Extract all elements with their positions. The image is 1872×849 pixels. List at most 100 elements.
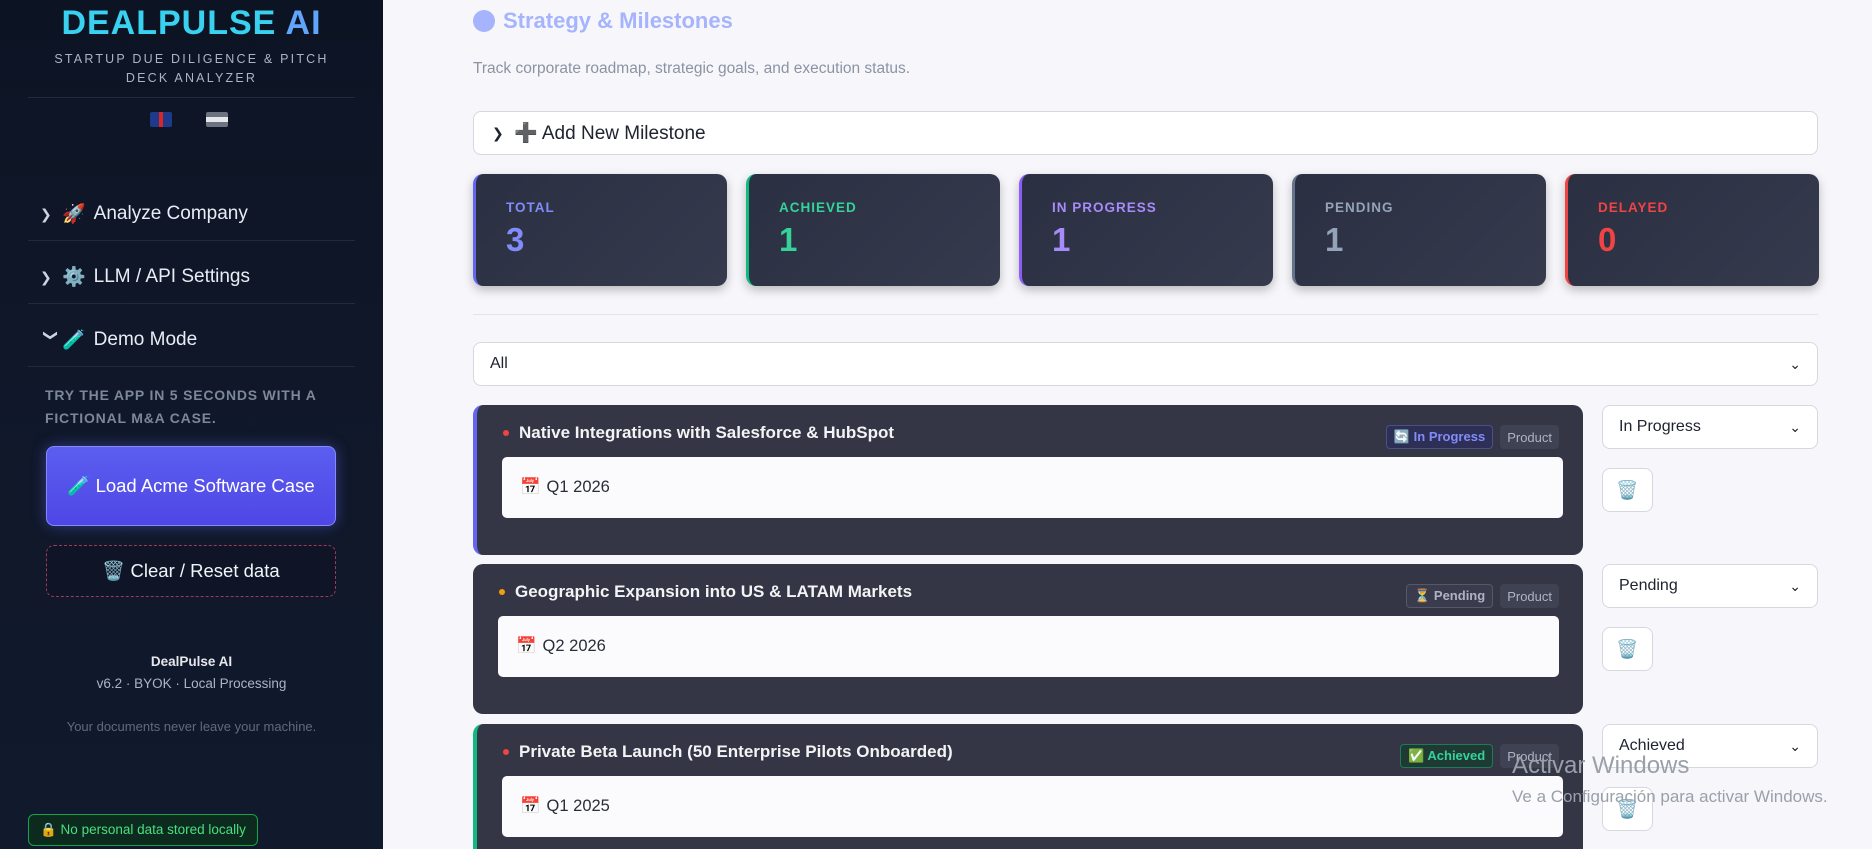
page-title: Strategy & Milestones (473, 8, 733, 34)
flag-es-icon[interactable] (206, 112, 228, 127)
stat-value: 1 (779, 221, 798, 258)
milestone-date: 📅 Q1 2026 (502, 457, 1563, 518)
sidebar-section-label: LLM / API Settings (93, 266, 250, 287)
status-badge: ⏳ Pending (1406, 584, 1494, 608)
brand-ai: AI (285, 4, 322, 42)
stat-card-achieved: ACHIEVED 1 (746, 174, 1000, 286)
chevron-down-icon: ⌄ (1789, 355, 1801, 372)
stat-label: ACHIEVED (779, 200, 857, 215)
sidebar-divider (28, 240, 355, 241)
chevron-down-icon: ⌄ (1789, 737, 1801, 754)
load-demo-case-button[interactable]: 🧪 Load Acme Software Case (46, 446, 336, 526)
sidebar-section-llm-settings[interactable]: ❯ ⚙️ LLM / API Settings (40, 257, 350, 297)
milestone-status-select[interactable]: Pending ⌄ (1602, 564, 1818, 608)
milestone-title-text: Native Integrations with Salesforce & Hu… (519, 423, 895, 442)
category-badge: Product (1500, 584, 1559, 608)
trash-icon: 🗑️ (1616, 638, 1639, 659)
add-milestone-expander[interactable]: ❯ ➕ Add New Milestone (473, 111, 1818, 155)
stat-card-total: TOTAL 3 (473, 174, 727, 286)
stat-value: 1 (1052, 221, 1071, 258)
calendar-icon: 📅 (520, 797, 541, 815)
stat-value: 3 (506, 221, 525, 258)
milestone-title: Private Beta Launch (50 Enterprise Pilot… (503, 742, 953, 762)
sidebar-divider (28, 97, 355, 98)
milestone-date: 📅 Q1 2025 (502, 776, 1563, 837)
milestone-status-value: In Progress (1619, 418, 1701, 435)
calendar-icon: 📅 (520, 478, 541, 496)
sidebar-section-label: Demo Mode (93, 329, 198, 350)
stat-card-in-progress: IN PROGRESS 1 (1019, 174, 1273, 286)
stat-value: 0 (1598, 221, 1617, 258)
status-badge: 🔄 In Progress (1385, 425, 1494, 449)
language-switcher (150, 112, 228, 127)
footer-app-name: DealPulse AI (150, 654, 233, 669)
page-subtitle: Track corporate roadmap, strategic goals… (473, 60, 911, 77)
status-filter-select[interactable]: All ⌄ (473, 342, 1818, 386)
section-divider (473, 314, 1818, 315)
milestone-title-text: Geographic Expansion into US & LATAM Mar… (515, 582, 913, 601)
milestone-status-value: Pending (1619, 577, 1678, 594)
stat-label: PENDING (1325, 200, 1394, 215)
milestone-badges: ⏳ Pending Product (1406, 584, 1559, 608)
milestone-date-text: Q1 2026 (546, 478, 610, 496)
chevron-down-icon: ⌄ (1789, 418, 1801, 435)
chevron-right-icon: ❯ (40, 205, 52, 222)
sidebar-divider (28, 366, 355, 367)
status-filter-value: All (490, 355, 508, 372)
sidebar-divider (28, 303, 355, 304)
main-content: Strategy & Milestones Track corporate ro… (383, 0, 1872, 849)
chevron-right-icon: ❯ (40, 268, 52, 285)
os-activation-watermark: Activar Windows (1512, 752, 1690, 779)
milestone-date-text: Q2 2026 (542, 637, 606, 655)
milestone-badges: 🔄 In Progress Product (1385, 425, 1559, 449)
os-activation-watermark-subtext: Ve a Configuración para activar Windows. (1512, 787, 1828, 806)
milestone-title: Geographic Expansion into US & LATAM Mar… (499, 582, 912, 602)
sidebar: DEALPULSE AI STARTUP DUE DILIGENCE & PIT… (0, 0, 383, 849)
milestone-card: Native Integrations with Salesforce & Hu… (473, 405, 1583, 555)
milestone-date-text: Q1 2025 (546, 797, 610, 815)
demo-description: TRY THE APP IN 5 SECONDS WITH A FICTIONA… (45, 387, 317, 426)
priority-dot-icon (499, 589, 505, 595)
gear-icon: ⚙️ (62, 267, 86, 288)
privacy-badge: 🔒 No personal data stored locally (28, 814, 258, 846)
milestone-title: Native Integrations with Salesforce & Hu… (503, 423, 894, 443)
stat-value: 1 (1325, 221, 1344, 258)
trash-icon: 🗑️ (1616, 479, 1639, 500)
brand-name: DEALPULSE (61, 4, 277, 42)
status-badge: ✅ Achieved (1400, 744, 1494, 768)
strategy-icon (473, 10, 495, 32)
stat-card-delayed: DELAYED 0 (1565, 174, 1819, 286)
priority-dot-icon (503, 749, 509, 755)
clear-reset-button[interactable]: 🗑️ Clear / Reset data (46, 545, 336, 597)
sidebar-section-label: Analyze Company (93, 203, 248, 224)
chevron-right-icon: ❯ (492, 124, 504, 141)
calendar-icon: 📅 (516, 637, 537, 655)
chevron-down-icon: ⌄ (1789, 577, 1801, 594)
sidebar-section-demo-mode[interactable]: ❯ 🧪 Demo Mode (40, 320, 350, 360)
milestone-status-select[interactable]: In Progress ⌄ (1602, 405, 1818, 449)
flag-uk-icon[interactable] (150, 112, 172, 127)
brand-logo: DEALPULSE AI (0, 4, 383, 43)
add-milestone-label: ➕ Add New Milestone (514, 123, 706, 144)
chevron-down-icon: ❯ (43, 329, 60, 341)
stat-card-pending: PENDING 1 (1292, 174, 1546, 286)
rocket-icon: 🚀 (62, 204, 86, 225)
stat-label: TOTAL (506, 200, 555, 215)
priority-dot-icon (503, 430, 509, 436)
stats-row: TOTAL 3 ACHIEVED 1 IN PROGRESS 1 PENDING… (473, 174, 1819, 286)
page-title-text: Strategy & Milestones (503, 8, 733, 33)
footer-privacy-note: Your documents never leave your machine. (66, 719, 317, 734)
category-badge: Product (1500, 425, 1559, 449)
stat-label: IN PROGRESS (1052, 200, 1157, 215)
delete-milestone-button[interactable]: 🗑️ (1602, 627, 1653, 671)
milestone-title-text: Private Beta Launch (50 Enterprise Pilot… (519, 742, 953, 761)
sidebar-section-analyze-company[interactable]: ❯ 🚀 Analyze Company (40, 194, 350, 234)
test-tube-icon: 🧪 (62, 330, 86, 351)
milestone-card: Private Beta Launch (50 Enterprise Pilot… (473, 724, 1583, 849)
milestone-date: 📅 Q2 2026 (498, 616, 1559, 677)
brand-tagline: STARTUP DUE DILIGENCE & PITCH DECK ANALY… (54, 52, 329, 85)
delete-milestone-button[interactable]: 🗑️ (1602, 468, 1653, 512)
milestone-card: Geographic Expansion into US & LATAM Mar… (473, 564, 1583, 714)
stat-label: DELAYED (1598, 200, 1669, 215)
footer-version: v6.2 · BYOK · Local Processing (96, 676, 287, 691)
